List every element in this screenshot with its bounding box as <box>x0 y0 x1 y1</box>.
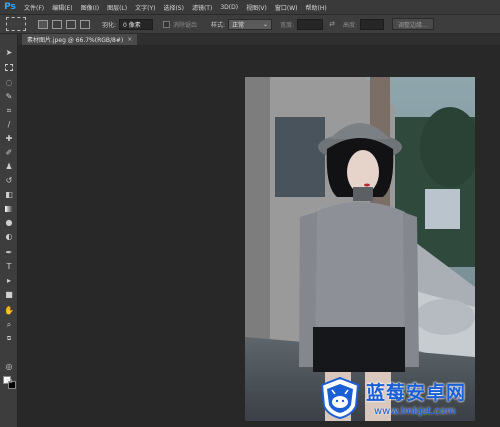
clone-stamp-icon[interactable]: ♟ <box>4 162 14 172</box>
style-label: 样式: <box>211 21 226 29</box>
refine-edge-button[interactable]: 调整边缘... <box>392 18 434 30</box>
menu-3d[interactable]: 3D(D) <box>216 4 242 11</box>
dodge-icon[interactable]: ◐ <box>4 232 14 242</box>
height-input[interactable] <box>360 18 385 30</box>
document-canvas[interactable] <box>245 77 475 421</box>
history-brush-icon[interactable]: ↺ <box>4 176 14 186</box>
intersect-selection-button[interactable] <box>80 19 90 29</box>
menu-filter[interactable]: 滤镜(T) <box>188 3 216 12</box>
feather-label: 羽化: <box>102 21 117 29</box>
path-select-icon[interactable]: ▸ <box>4 276 14 286</box>
hand-icon[interactable]: ✋ <box>4 306 14 316</box>
document-tab-title: 素材图片.jpeg @ 66.7%(RGB/8#) <box>27 37 124 44</box>
tool-preset-picker[interactable] <box>6 17 26 31</box>
menu-window[interactable]: 窗口(W) <box>271 3 302 12</box>
menu-file[interactable]: 文件(F) <box>20 3 48 12</box>
marquee-icon[interactable] <box>4 63 14 73</box>
quick-select-icon[interactable]: ✎ <box>4 92 14 102</box>
tools-panel: ➤ ◌ ✎ ⌗ / ✚ ✐ ♟ ↺ ◧ ● ◐ ✒ T ▸ ■ ✋ ⌕ ⧉ ◎ … <box>0 34 18 427</box>
document-tab-bar: 素材图片.jpeg @ 66.7%(RGB/8#) × <box>18 34 500 45</box>
antialias-label: 消除锯齿 <box>173 21 198 29</box>
photo-image <box>245 77 475 421</box>
chevron-down-icon: ⌄ <box>263 20 269 28</box>
document-tab[interactable]: 素材图片.jpeg @ 66.7%(RGB/8#) × <box>22 34 138 45</box>
pen-icon[interactable]: ✒ <box>4 248 14 258</box>
width-label: 宽度: <box>280 21 295 29</box>
shape-icon[interactable]: ■ <box>4 290 14 300</box>
crop-icon[interactable]: ⌗ <box>4 106 14 116</box>
menu-help[interactable]: 帮助(H) <box>302 3 331 12</box>
swap-dimensions-icon[interactable]: ⇄ <box>329 20 335 28</box>
menu-select[interactable]: 选择(S) <box>159 3 188 12</box>
watermark-url: www.lmkjst.com <box>374 406 456 417</box>
antialias-checkbox[interactable] <box>163 20 171 28</box>
blur-icon[interactable]: ● <box>4 218 14 228</box>
style-select[interactable]: 正常 ⌄ <box>228 18 273 30</box>
menu-bar: Ps 文件(F) 编辑(E) 图像(I) 图层(L) 文字(Y) 选择(S) 滤… <box>0 0 500 14</box>
style-value: 正常 <box>232 21 245 29</box>
height-label: 高度: <box>342 21 358 29</box>
new-selection-button[interactable] <box>38 19 48 29</box>
width-input[interactable] <box>297 18 324 30</box>
menu-view[interactable]: 视图(V) <box>242 3 271 12</box>
watermark-logo <box>320 376 360 420</box>
gradient-icon[interactable] <box>4 204 14 214</box>
eyedropper-icon[interactable]: / <box>4 120 14 130</box>
menu-image[interactable]: 图像(I) <box>77 3 103 12</box>
add-selection-button[interactable] <box>52 19 62 29</box>
move-icon[interactable]: ➤ <box>4 48 14 58</box>
quick-mask-icon[interactable]: ◎ <box>4 362 14 372</box>
watermark: 蓝莓安卓网 www.lmkjst.com <box>318 376 498 422</box>
eraser-icon[interactable]: ◧ <box>4 190 14 200</box>
lasso-icon[interactable]: ◌ <box>4 78 14 88</box>
close-icon[interactable]: × <box>127 36 132 43</box>
photoshop-logo: Ps <box>4 2 16 12</box>
zoom-icon[interactable]: ⌕ <box>4 320 14 330</box>
brush-icon[interactable]: ✐ <box>4 148 14 158</box>
default-colors-icon[interactable]: ⧉ <box>4 334 14 344</box>
menu-layer[interactable]: 图层(L) <box>103 3 131 12</box>
screen-mode-icon[interactable]: ▭ <box>4 376 14 386</box>
watermark-title: 蓝莓安卓网 <box>366 382 467 404</box>
menu-type[interactable]: 文字(Y) <box>131 3 159 12</box>
subtract-selection-button[interactable] <box>66 19 76 29</box>
feather-input[interactable]: 0 像素 <box>119 18 154 30</box>
menu-edit[interactable]: 编辑(E) <box>48 3 76 12</box>
type-icon[interactable]: T <box>4 262 14 272</box>
options-bar: 羽化: 0 像素 消除锯齿 样式: 正常 ⌄ 宽度: ⇄ 高度: 调整边缘... <box>0 14 500 34</box>
healing-brush-icon[interactable]: ✚ <box>4 134 14 144</box>
